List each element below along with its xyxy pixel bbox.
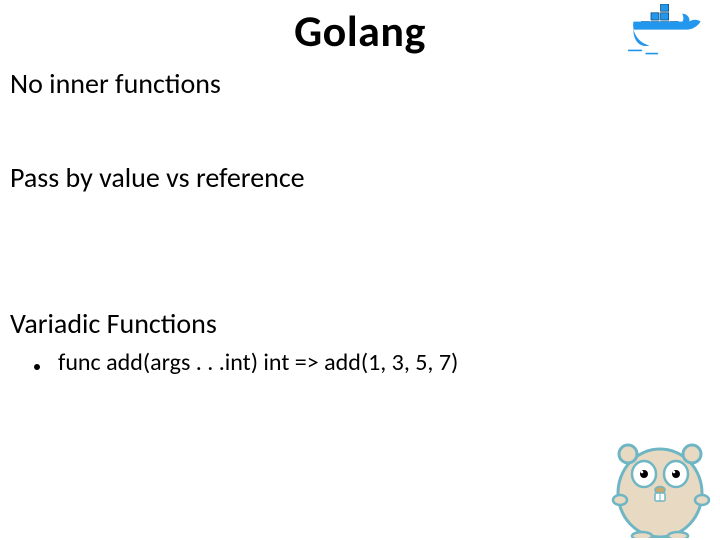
section-no-inner-functions: No inner functions [10,66,221,101]
gopher-mascot-icon [602,418,712,538]
section-pass-by-value: Pass by value vs reference [10,160,305,195]
docker-logo-icon [624,4,710,68]
slide-title: Golang [0,4,720,58]
bullet-text: func add(args . . .int) int => add(1, 3,… [58,348,458,377]
bullet-item: func add(args . . .int) int => add(1, 3,… [34,348,458,377]
section-variadic-functions: Variadic Functions [10,306,217,341]
bullet-dot-icon [34,364,40,370]
slide: Golang No inner functions [0,0,720,540]
